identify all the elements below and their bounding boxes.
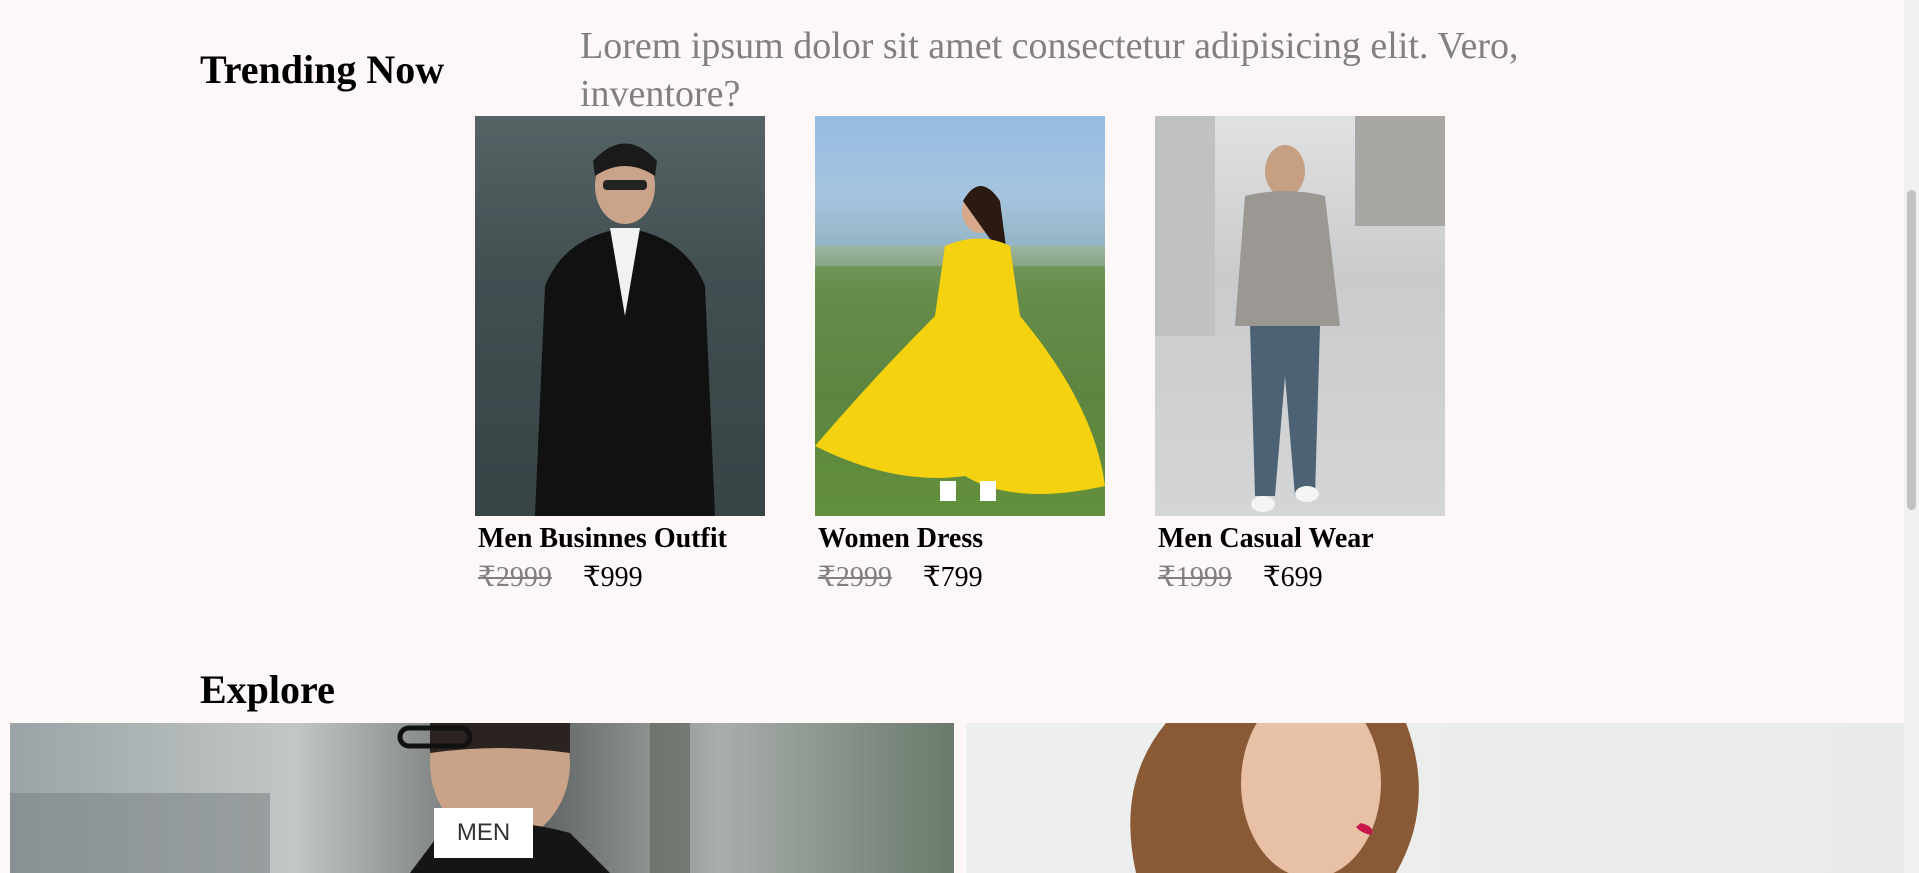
explore-men-tile[interactable]: MEN xyxy=(10,723,954,873)
product-card-women-dress[interactable]: Women Dress ₹2999 ₹799 xyxy=(815,116,1105,592)
explore-title: Explore xyxy=(200,667,335,712)
product-prices: ₹2999 ₹999 xyxy=(478,561,765,593)
product-prices: ₹2999 ₹799 xyxy=(818,561,1105,593)
new-price: ₹999 xyxy=(582,561,643,593)
men-category-button[interactable]: MEN xyxy=(434,808,533,858)
product-image-men-casual[interactable] xyxy=(1155,116,1445,516)
trending-title: Trending Now xyxy=(200,47,445,92)
new-price: ₹699 xyxy=(1262,561,1323,593)
dress-figure xyxy=(815,116,1105,516)
product-name[interactable]: Men Casual Wear xyxy=(1158,522,1445,556)
product-prices: ₹1999 ₹699 xyxy=(1158,561,1445,593)
old-price: ₹1999 xyxy=(1158,561,1232,593)
product-name[interactable]: Women Dress xyxy=(818,522,1105,556)
product-image-women-dress[interactable] xyxy=(815,116,1105,516)
casual-figure xyxy=(1155,116,1445,512)
product-image-men-business[interactable] xyxy=(475,116,765,516)
women-photo xyxy=(1130,723,1419,873)
page: Trending Now Lorem ipsum dolor sit amet … xyxy=(0,0,1919,873)
old-price: ₹2999 xyxy=(818,561,892,593)
product-card-men-business[interactable]: Men Businnes Outfit ₹2999 ₹999 xyxy=(475,116,765,592)
scrollbar-thumb[interactable] xyxy=(1907,190,1916,510)
old-price: ₹2999 xyxy=(478,561,552,593)
new-price: ₹799 xyxy=(922,561,983,593)
trending-tagline: Lorem ipsum dolor sit amet consectetur a… xyxy=(580,25,1519,115)
explore-women-tile[interactable] xyxy=(966,723,1910,873)
product-name[interactable]: Men Businnes Outfit xyxy=(478,522,765,556)
suit-figure xyxy=(475,116,765,516)
product-card-men-casual[interactable]: Men Casual Wear ₹1999 ₹699 xyxy=(1155,116,1445,592)
vertical-scrollbar[interactable] xyxy=(1904,0,1919,873)
